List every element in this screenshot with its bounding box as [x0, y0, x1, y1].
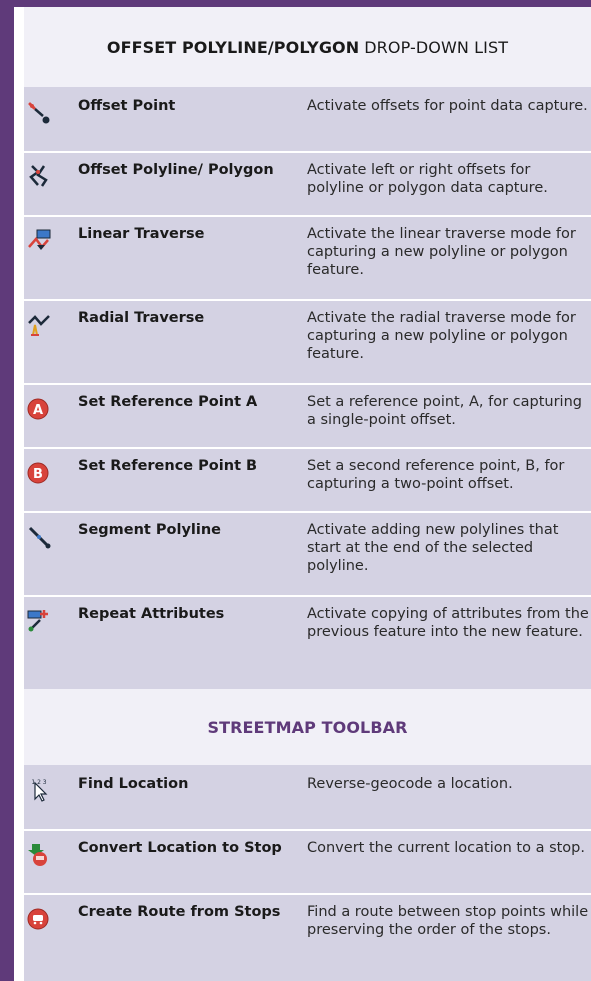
reference-table: OFFSET POLYLINE/POLYGON DROP-DOWN LIST O… [24, 7, 591, 981]
table-row-offset-point: Offset Point Activate offsets for point … [24, 89, 591, 151]
reference-a-letter: A [33, 403, 43, 418]
row-name: Set Reference Point B [78, 458, 258, 474]
reference-point-a-icon: A [27, 398, 49, 420]
convert-location-icon [28, 844, 47, 866]
row-description: Activate the linear traverse mode for ca… [307, 226, 576, 278]
section-title: STREETMAP TOOLBAR [207, 717, 408, 737]
left-sidebar-strip [0, 0, 14, 981]
row-name: Segment Polyline [78, 522, 222, 538]
radial-traverse-icon [28, 315, 50, 336]
repeat-attributes-icon [27, 610, 48, 632]
row-description: Find a route between stop points while p… [307, 904, 589, 938]
row-description: Reverse-geocode a location. [307, 776, 513, 792]
table-row-segment-polyline: Segment Polyline Activate adding new pol… [24, 513, 591, 595]
row-description: Activate copying of attributes from the … [307, 606, 589, 640]
row-description: Activate adding new polylines that start… [307, 522, 559, 574]
row-name: Offset Point [78, 98, 176, 114]
row-description: Activate the radial traverse mode for ca… [307, 310, 576, 362]
row-description: Convert the current location to a stop. [307, 840, 585, 856]
top-border [0, 0, 591, 7]
section-header-offset: OFFSET POLYLINE/POLYGON DROP-DOWN LIST [24, 7, 591, 87]
reference-b-letter: B [33, 467, 43, 482]
offset-polyline-icon [29, 165, 48, 187]
find-location-digits: 1 2 3 [31, 779, 46, 786]
section-title-rest: DROP-DOWN LIST [364, 37, 509, 57]
find-location-icon: 1 2 3 [31, 779, 48, 802]
row-description: Set a second reference point, B, for cap… [307, 458, 565, 492]
reference-point-b-icon: B [27, 462, 49, 484]
row-name: Convert Location to Stop [78, 840, 282, 856]
segment-polyline-icon [28, 526, 51, 549]
table-row-convert-location: Convert Location to Stop Convert the cur… [24, 831, 591, 893]
row-description: Set a reference point, A, for capturing … [307, 394, 582, 428]
table-row-radial-traverse: Radial Traverse Activate the radial trav… [24, 301, 591, 383]
row-name: Set Reference Point A [78, 394, 258, 410]
linear-traverse-icon [28, 229, 51, 250]
row-name: Radial Traverse [78, 310, 205, 326]
row-name: Linear Traverse [78, 226, 205, 242]
table-row-repeat-attributes: Repeat Attributes Activate copying of at… [24, 597, 591, 689]
row-description: Activate left or right offsets for polyl… [307, 162, 548, 196]
table-row-reference-point-a: A Set Reference Point A Set a reference … [24, 385, 591, 447]
row-name: Create Route from Stops [78, 904, 281, 920]
table-row-offset-polyline: Offset Polyline/ Polygon Activate left o… [24, 153, 591, 215]
row-name: Find Location [78, 776, 189, 792]
row-description: Activate offsets for point data capture. [307, 98, 588, 114]
row-name: Offset Polyline/ Polygon [78, 162, 274, 178]
row-name: Repeat Attributes [78, 606, 225, 622]
section-header-streetmap: STREETMAP TOOLBAR [24, 689, 591, 765]
table-row-linear-traverse: Linear Traverse Activate the linear trav… [24, 217, 591, 299]
section-title-bold: OFFSET POLYLINE/POLYGON [106, 37, 360, 57]
offset-point-icon [28, 102, 50, 124]
create-route-icon [27, 908, 49, 930]
table-row-find-location: 1 2 3 Find Location Reverse-geocode a lo… [24, 767, 591, 829]
table-row-reference-point-b: B Set Reference Point B Set a second ref… [24, 449, 591, 511]
table-row-create-route: Create Route from Stops Find a route bet… [24, 895, 591, 981]
